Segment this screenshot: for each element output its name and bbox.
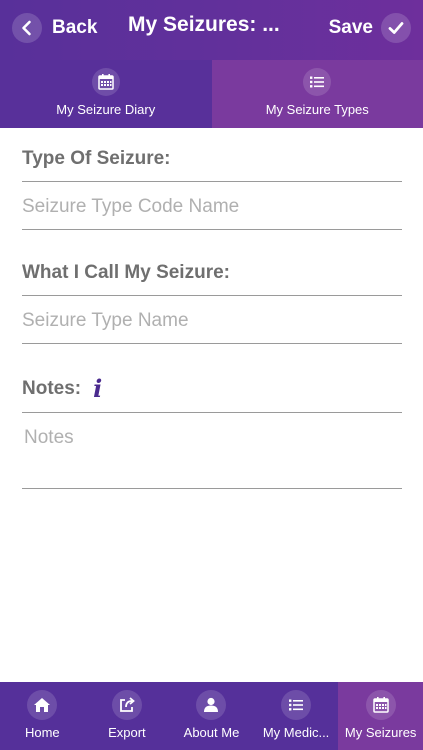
divider: [22, 181, 402, 182]
tabbar-item-my-medications[interactable]: My Medic...: [254, 682, 339, 750]
tabbar-item-about-me[interactable]: About Me: [169, 682, 254, 750]
info-icon[interactable]: i: [93, 377, 102, 401]
calendar-icon: [365, 690, 396, 720]
divider: [22, 343, 402, 344]
page-title: My Seizures: ...: [128, 13, 280, 36]
divider: [22, 412, 402, 413]
tabbar-item-my-seizures[interactable]: My Seizures: [338, 682, 423, 750]
tabbar-label: About Me: [183, 725, 240, 740]
notes-label: Notes:: [22, 378, 82, 399]
notes-label-row: Notes: i: [22, 377, 402, 401]
seizure-type-name-input[interactable]: Seizure Type Name: [22, 310, 402, 343]
person-icon: [196, 690, 227, 720]
tabbar-item-export[interactable]: Export: [85, 682, 170, 750]
tabbar-item-home[interactable]: Home: [0, 682, 85, 750]
divider: [22, 488, 402, 489]
tabbar-label: Export: [108, 725, 146, 740]
home-icon: [27, 690, 58, 720]
tab-label: My Seizure Diary: [56, 102, 156, 117]
segment-tabs: My Seizure Diary My Seizure Types: [0, 60, 423, 128]
divider: [22, 295, 402, 296]
tabbar-label: Home: [24, 725, 60, 740]
seizure-type-code-input[interactable]: Seizure Type Code Name: [22, 196, 402, 229]
tabbar-label: My Medic...: [262, 725, 330, 740]
bottom-tab-bar: Home Export About Me My Medic... My Seiz…: [0, 682, 423, 750]
save-button[interactable]: Save: [329, 11, 411, 45]
type-of-seizure-label: Type Of Seizure:: [22, 148, 171, 169]
calendar-icon: [91, 68, 120, 96]
back-button[interactable]: Back: [12, 11, 97, 45]
tab-seizure-diary[interactable]: My Seizure Diary: [0, 60, 212, 128]
tab-label: My Seizure Types: [265, 102, 369, 117]
what-i-call-label: What I Call My Seizure:: [22, 262, 230, 283]
save-label: Save: [328, 17, 373, 38]
notes-textarea[interactable]: Notes: [24, 427, 402, 488]
divider: [22, 229, 402, 230]
back-label: Back: [52, 17, 98, 38]
seizure-type-form: Type Of Seizure: Seizure Type Code Name …: [22, 128, 402, 489]
checkmark-icon: [381, 13, 411, 43]
list-icon: [303, 68, 332, 96]
tabbar-label: My Seizures: [344, 725, 417, 740]
export-icon: [111, 690, 142, 720]
nav-header: Back My Seizures: ... Save: [0, 0, 423, 60]
chevron-left-icon: [12, 13, 42, 43]
list-icon: [281, 690, 312, 720]
tab-seizure-types[interactable]: My Seizure Types: [211, 60, 423, 128]
